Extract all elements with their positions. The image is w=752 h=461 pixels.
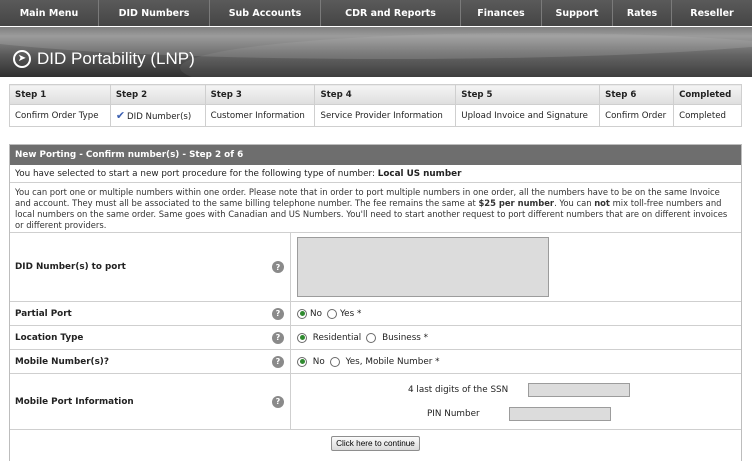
nav-finances[interactable]: Finances — [461, 0, 542, 26]
selected-type: Local US number — [377, 168, 462, 179]
help-icon[interactable]: ? — [272, 307, 284, 320]
continue-button[interactable]: Click here to continue — [331, 435, 420, 451]
partial-yes-radio[interactable] — [326, 308, 337, 319]
mobile-no-radio[interactable] — [297, 356, 307, 367]
nav-cdr-reports[interactable]: CDR and Reports — [321, 0, 461, 26]
step-3-header: Step 3 — [204, 84, 316, 105]
button-row: Click here to continue — [10, 430, 741, 456]
step-4-header: Step 4 — [314, 84, 457, 105]
step-2-value: ✔ DID Number(s) — [109, 104, 206, 127]
page-title-text: DID Portability (LNP) — [37, 49, 195, 68]
business-radio[interactable] — [366, 332, 377, 343]
nav-reseller[interactable]: Reseller — [672, 0, 752, 26]
business-label: Business * — [382, 332, 429, 343]
page-title: ➤ DID Portability (LNP) — [13, 49, 195, 69]
checkmark-icon: ✔ — [115, 109, 126, 122]
step-6-value: Confirm Order — [599, 104, 675, 127]
info-text: You can port one or multiple numbers wit… — [10, 183, 741, 233]
residential-radio[interactable] — [297, 332, 307, 343]
step-completed-header: Completed — [673, 84, 742, 105]
nav-main-menu[interactable]: Main Menu — [0, 0, 99, 26]
mobile-no-label: No — [312, 356, 325, 367]
mobile-yes-radio[interactable] — [329, 356, 340, 367]
ssn-label: 4 last digits of the SSN — [408, 384, 509, 395]
partial-no-label: No — [310, 308, 322, 319]
pin-label: PIN Number — [427, 408, 480, 419]
step-4-value: Service Provider Information — [314, 104, 457, 127]
mobile-row: Mobile Number(s)? ? No Yes, Mobile Numbe… — [10, 350, 741, 374]
partial-port-row: Partial Port ? No Yes * — [10, 302, 741, 326]
step-3-value: Customer Information — [204, 104, 316, 127]
help-icon[interactable]: ? — [272, 355, 284, 368]
partial-no-radio[interactable] — [297, 308, 307, 319]
nav-did-numbers[interactable]: DID Numbers — [99, 0, 210, 26]
pin-input[interactable] — [509, 406, 611, 421]
step-2-header: Step 2 — [109, 84, 206, 105]
did-numbers-textarea[interactable] — [297, 237, 549, 297]
fee-text: $25 per number — [478, 198, 555, 208]
did-row: DID Number(s) to port ? — [10, 233, 741, 302]
panel-header: New Porting - Confirm number(s) - Step 2… — [10, 145, 741, 165]
mobile-label: Mobile Number(s)? — [15, 356, 109, 367]
mobile-yes-label: Yes, Mobile Number * — [345, 356, 440, 367]
step-1-value: Confirm Order Type — [9, 104, 111, 127]
help-icon[interactable]: ? — [272, 331, 284, 344]
help-icon[interactable]: ? — [272, 261, 284, 273]
step-5-value: Upload Invoice and Signature — [455, 104, 601, 127]
ssn-input[interactable] — [528, 382, 630, 397]
selected-prefix: You have selected to start a new port pr… — [15, 168, 375, 179]
step-6-header: Step 6 — [599, 84, 675, 105]
selected-type-line: You have selected to start a new port pr… — [10, 165, 741, 183]
mobile-port-info-row: Mobile Port Information ? 4 last digits … — [10, 374, 741, 430]
step-completed-value: Completed — [673, 104, 742, 127]
nav-sub-accounts[interactable]: Sub Accounts — [210, 0, 321, 26]
step-1-header: Step 1 — [9, 84, 111, 105]
mobile-port-info-label: Mobile Port Information — [15, 396, 134, 407]
step-2-label: DID Number(s) — [127, 112, 192, 122]
page-banner: ➤ DID Portability (LNP) — [0, 27, 752, 77]
info-not: not — [594, 198, 610, 208]
did-label: DID Number(s) to port — [15, 262, 126, 272]
help-icon[interactable]: ? — [272, 395, 284, 408]
partial-port-label: Partial Port — [15, 308, 72, 319]
info-part-2: . You can — [554, 198, 592, 208]
residential-label: Residential — [312, 332, 362, 343]
top-nav: Main Menu DID Numbers Sub Accounts CDR a… — [0, 0, 752, 26]
nav-rates[interactable]: Rates — [613, 0, 672, 26]
steps-table: Step 1 Step 2 Step 3 Step 4 Step 5 Step … — [9, 84, 742, 127]
location-type-row: Location Type ? Residential Business * — [10, 326, 741, 350]
arrow-circle-icon: ➤ — [13, 50, 31, 68]
step-5-header: Step 5 — [455, 84, 601, 105]
partial-yes-label: Yes * — [339, 308, 362, 319]
nav-support[interactable]: Support — [542, 0, 613, 26]
porting-panel: New Porting - Confirm number(s) - Step 2… — [9, 144, 742, 461]
location-type-label: Location Type — [15, 332, 84, 343]
